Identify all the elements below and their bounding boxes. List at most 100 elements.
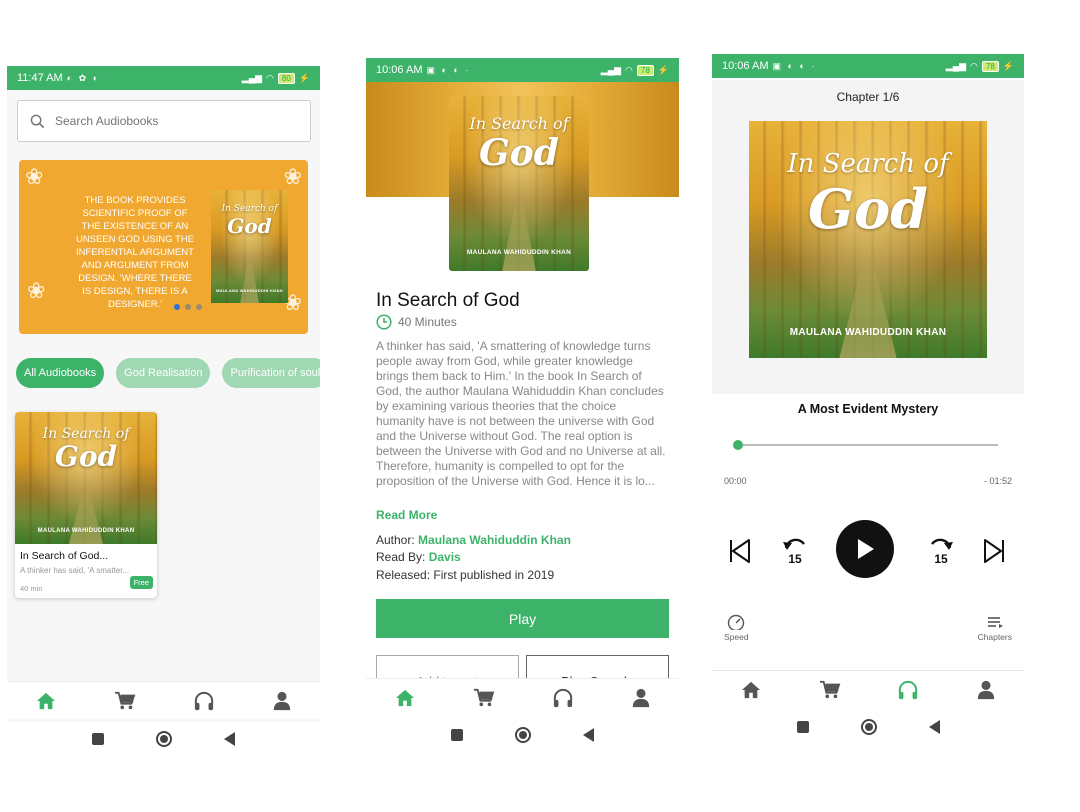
reader-link[interactable]: Davis [429,550,461,564]
slider-rail [738,444,998,446]
author-label: Author: [376,533,415,547]
cover-author: MAULANA WAHIDUDDIN KHAN [466,249,572,256]
cover-title-line2: God [227,214,272,238]
carousel-dot[interactable] [174,304,180,310]
book-card[interactable]: In Search of God MAULANA WAHIDUDDIN KHAN… [15,412,157,598]
search-bar[interactable] [17,100,311,142]
released-row: Released: First published in 2019 [376,568,554,582]
notification-icons: ◐ ✿ ◐ [66,72,101,83]
book-cover: In Search of God MAULANA WAHIDUDDIN KHAN [15,412,157,544]
signal-icon: ▂▄▆ [600,64,622,75]
headphones-icon[interactable] [552,688,574,708]
speed-label: Speed [724,632,749,642]
signal-icon: ▂▄▆ [945,60,967,71]
headphones-icon[interactable] [897,680,919,700]
duration-row: 40 Minutes [376,314,457,330]
wifi-icon: ◠ [970,60,978,71]
book-description: A thinker has said, 'A smatter... [20,566,130,575]
next-icon[interactable] [982,538,1006,564]
elapsed-time: 00:00 [724,476,747,486]
playback-controls: 15 15 [712,520,1024,580]
chip-god-realisation[interactable]: God Realisation [116,358,211,388]
system-nav [366,718,679,752]
wifi-icon: ◠ [266,72,274,83]
flower-ornament-icon: ❀ [25,164,44,189]
profile-icon[interactable] [272,691,292,711]
chip-purification-of-soul[interactable]: Purification of soul [222,358,320,388]
back-button[interactable] [583,728,594,742]
chapter-indicator: Chapter 1/6 [836,90,900,104]
home-system-button[interactable] [156,731,172,747]
home-system-button[interactable] [515,727,531,743]
released-value: First published in 2019 [433,568,555,582]
carousel-dot[interactable] [196,304,202,310]
progress-slider[interactable] [733,440,998,450]
flower-ornament-icon: ❀ [283,164,302,189]
author-link[interactable]: Maulana Wahiduddin Khan [418,533,571,547]
forward-15-icon[interactable]: 15 [928,536,954,566]
previous-icon[interactable] [728,538,752,564]
cart-icon[interactable] [114,691,136,711]
reader-row: Read By: Davis [376,550,461,564]
status-right: ▂▄▆ ◠ 78 ⚡ [600,64,669,76]
play-pause-button[interactable] [836,520,894,578]
carousel-dot[interactable] [185,304,191,310]
home-icon[interactable] [740,680,762,700]
book-detail-screen: 10:06 AM ▣ ◐ ◐ · ▂▄▆ ◠ 78 ⚡ In Search of… [366,58,679,758]
cover-author: MAULANA WAHIDUDDIN KHAN [216,288,283,293]
read-more-link[interactable]: Read More [376,508,437,522]
notification-icons: ▣ ◐ ◐ · [426,64,471,75]
home-icon[interactable] [35,691,57,711]
promo-banner[interactable]: ❀ ❀ ❀ ❀ THE BOOK PROVIDES SCIENTIFIC PRO… [19,160,308,334]
cover-title-line2: God [479,132,559,174]
book-cover: In Search of God MAULANA WAHIDUDDIN KHAN [449,96,589,271]
status-right: ▂▄▆ ◠ 78 ⚡ [945,60,1014,72]
cover-title-line1: In Search of [221,204,278,214]
rewind-seconds: 15 [788,552,802,566]
recents-button[interactable] [796,721,809,733]
free-badge: Free [129,576,153,589]
profile-icon[interactable] [976,680,996,700]
book-duration: 40 Minutes [398,315,457,329]
back-button[interactable] [928,720,940,734]
notification-icons: ▣ ◐ ◐ · [772,60,817,71]
banner-text: THE BOOK PROVIDES SCIENTIFIC PROOF OF TH… [75,195,195,310]
book-description: A thinker has said, 'A smattering of kno… [376,339,666,488]
recents-button[interactable] [92,733,104,745]
status-right: ▂▄▆ ◠ 80 ⚡ [241,72,310,84]
released-label: Released: [376,568,431,582]
home-system-button[interactable] [860,719,877,735]
status-time: 10:06 AM [722,60,769,72]
home-icon[interactable] [394,688,416,708]
remaining-time: - 01:52 [983,476,1012,486]
back-button[interactable] [224,732,235,746]
bottom-nav [366,678,679,716]
system-nav [712,710,1024,744]
charging-icon: ⚡ [657,64,669,75]
banner-book-cover: In Search of God MAULANA WAHIDUDDIN KHAN [211,190,288,303]
chapters-label: Chapters [977,632,1013,642]
book-title: In Search of God... [20,550,109,562]
slider-thumb[interactable] [733,440,743,450]
speed-button[interactable]: Speed [724,614,749,642]
battery-icon: 78 [981,60,999,72]
battery-icon: 78 [636,64,654,76]
profile-icon[interactable] [631,688,651,708]
home-screen: 11:47 AM ◐ ✿ ◐ ▂▄▆ ◠ 80 ⚡ ❀ ❀ ❀ ❀ THE BO… [7,66,320,756]
cart-icon[interactable] [819,680,841,700]
status-time: 10:06 AM [376,64,423,76]
flower-ornament-icon: ❀ [27,278,46,303]
signal-icon: ▂▄▆ [241,72,263,83]
chip-all-audiobooks[interactable]: All Audiobooks [16,358,105,388]
recents-button[interactable] [451,729,463,741]
search-input[interactable] [55,114,275,128]
carousel-dots[interactable] [174,304,202,310]
headphones-icon[interactable] [193,691,215,711]
play-button[interactable]: Play [376,599,669,638]
rewind-15-icon[interactable]: 15 [782,536,808,566]
speedometer-icon [728,614,745,630]
chapters-button[interactable]: Chapters [977,614,1013,642]
cart-icon[interactable] [473,688,495,708]
status-bar: 10:06 AM ▣ ◐ ◐ · ▂▄▆ ◠ 78 ⚡ [366,58,679,82]
book-cover: In Search of God MAULANA WAHIDUDDIN KHAN [749,121,987,358]
